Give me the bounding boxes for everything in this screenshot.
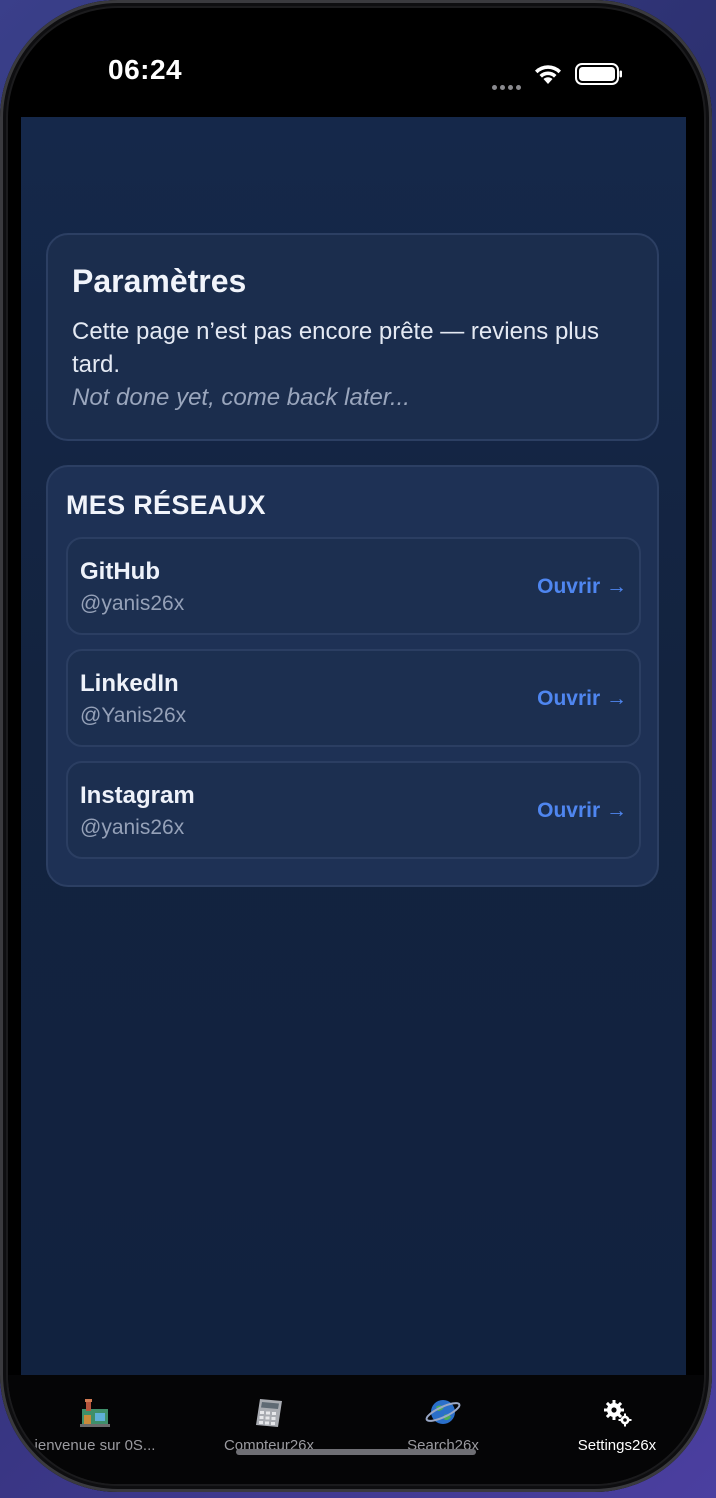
status-time: 06:24 bbox=[108, 54, 183, 85]
network-handle: @yanis26x bbox=[80, 592, 185, 615]
open-linkedin-link[interactable]: Ouvrir → bbox=[537, 685, 627, 713]
network-row-github[interactable]: GitHub @yanis26x Ouvrir → bbox=[66, 537, 641, 635]
networks-card: MES RÉSEAUX GitHub @yanis26x Ouvrir → Li… bbox=[46, 465, 659, 887]
page-title: Paramètres bbox=[72, 263, 247, 299]
network-handle: @yanis26x bbox=[80, 816, 185, 839]
networks-title: MES RÉSEAUX bbox=[66, 490, 266, 520]
network-name: Instagram bbox=[80, 782, 195, 809]
gears-icon bbox=[530, 1395, 704, 1429]
tab-settings[interactable]: Settings26x bbox=[530, 1395, 704, 1465]
network-name: GitHub bbox=[80, 558, 160, 585]
wifi-icon bbox=[533, 62, 563, 86]
calculator-icon bbox=[182, 1395, 356, 1429]
tab-bar: ienvenue sur 0S... Compteur26x Search26x… bbox=[8, 1375, 704, 1484]
network-row-linkedin[interactable]: LinkedIn @Yanis26x Ouvrir → bbox=[66, 649, 641, 747]
params-description: Cette page n’est pas encore prête — revi… bbox=[72, 318, 599, 378]
tab-home[interactable]: ienvenue sur 0S... bbox=[8, 1395, 182, 1465]
factory-icon bbox=[8, 1395, 182, 1429]
battery-icon bbox=[575, 62, 623, 86]
tab-label: Settings26x bbox=[577, 1437, 657, 1454]
params-card: Paramètres Cette page n’est pas encore p… bbox=[46, 233, 659, 441]
params-subtext: Not done yet, come back later... bbox=[72, 384, 410, 411]
network-name: LinkedIn bbox=[80, 670, 179, 697]
settings-page: Paramètres Cette page n’est pas encore p… bbox=[21, 117, 686, 1375]
status-bar: 06:24 bbox=[8, 8, 704, 116]
phone-frame: 06:24 Paramètres Cette page n’est pas en… bbox=[0, 0, 712, 1492]
screen: 06:24 Paramètres Cette page n’est pas en… bbox=[8, 8, 704, 1484]
network-row-instagram[interactable]: Instagram @yanis26x Ouvrir → bbox=[66, 761, 641, 859]
open-github-link[interactable]: Ouvrir → bbox=[537, 573, 627, 601]
cellular-signal-icon bbox=[492, 66, 521, 90]
open-instagram-link[interactable]: Ouvrir → bbox=[537, 797, 627, 825]
network-handle: @Yanis26x bbox=[80, 704, 187, 727]
status-icons bbox=[492, 58, 623, 90]
tab-label: ienvenue sur 0S... bbox=[34, 1437, 156, 1454]
globe-icon bbox=[356, 1395, 530, 1429]
home-indicator[interactable] bbox=[236, 1449, 476, 1455]
